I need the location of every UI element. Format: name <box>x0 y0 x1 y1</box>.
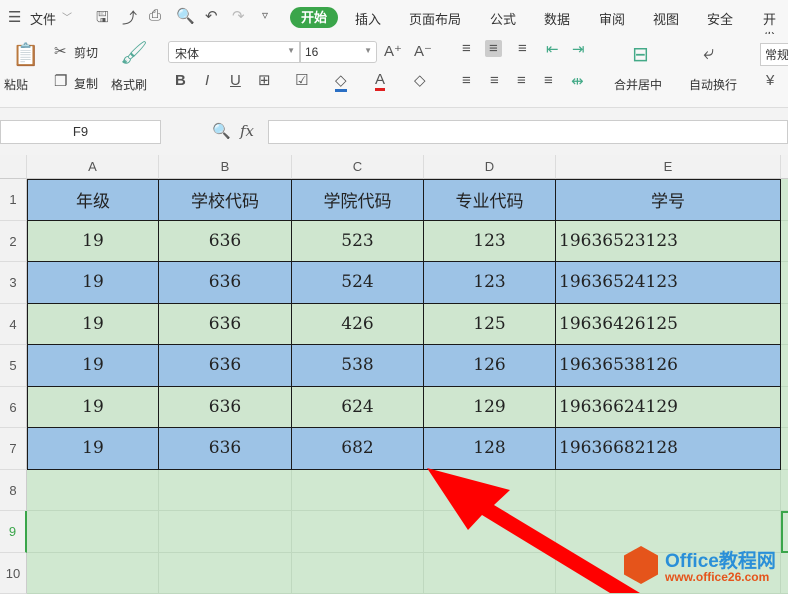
arrow-annotation <box>0 0 788 593</box>
watermark-url: www.office26.com <box>665 570 769 584</box>
red-arrow-icon <box>427 468 640 593</box>
watermark-title: Office教程网 <box>665 546 776 573</box>
